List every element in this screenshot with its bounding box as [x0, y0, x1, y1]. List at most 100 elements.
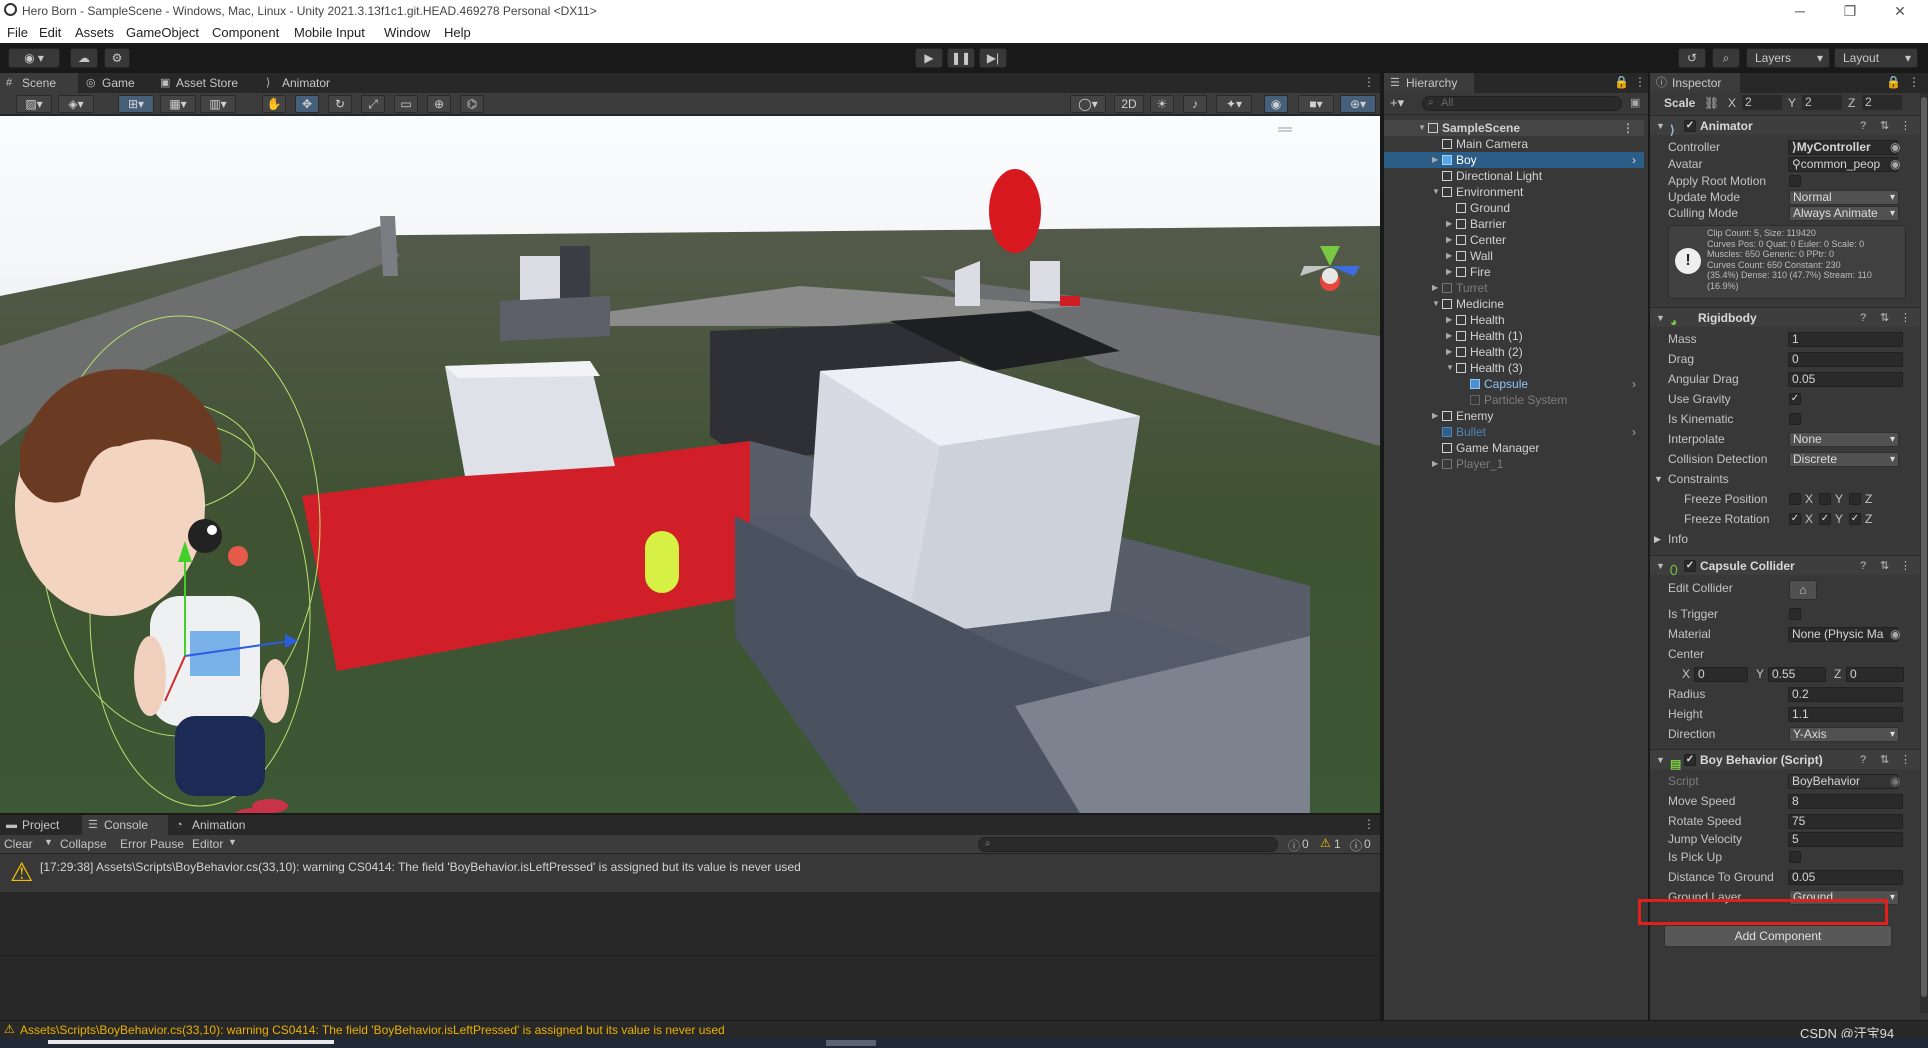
radius-field[interactable]: 0.2	[1788, 687, 1903, 702]
more-icon[interactable]: ⋮	[1900, 116, 1911, 136]
hidden-objects-icon[interactable]: ◉	[1264, 95, 1288, 113]
tab-animator[interactable]: ⟩ Animator	[260, 73, 350, 93]
object-picker-icon[interactable]: ◉	[1890, 139, 1900, 156]
move-tool-icon[interactable]: ✥	[295, 95, 319, 113]
scale-x-field[interactable]: 2	[1742, 95, 1782, 110]
tree-item-health-2[interactable]: ▶ Health (2)	[1384, 344, 1644, 360]
layers-dropdown[interactable]: Layers ▾	[1746, 48, 1830, 68]
rect-tool-icon[interactable]: ▭	[394, 95, 418, 113]
chevron-down-icon[interactable]: ▼	[44, 837, 53, 847]
freeze-pos-y-checkbox[interactable]	[1819, 493, 1831, 505]
object-picker-icon[interactable]: ◉	[1890, 156, 1900, 173]
add-icon[interactable]: +▾	[1390, 95, 1404, 111]
height-field[interactable]: 1.1	[1788, 707, 1903, 722]
script-header[interactable]: ▼ ▤ ✓ Boy Behavior (Script) ? ⇅ ⋮	[1650, 749, 1920, 771]
more-icon[interactable]: ⋮	[1900, 308, 1911, 328]
help-icon[interactable]: ?	[1860, 556, 1866, 576]
preset-icon[interactable]: ⇅	[1880, 116, 1889, 136]
increment-snap-icon[interactable]: ▥▾	[200, 95, 236, 113]
scale-z-field[interactable]: 2	[1862, 95, 1902, 110]
audio-icon[interactable]: ♪	[1183, 95, 1207, 113]
script-enabled-checkbox[interactable]: ✓	[1684, 754, 1696, 766]
culling-mode-dropdown[interactable]: Always Animate	[1789, 206, 1899, 221]
tree-item-particle-system[interactable]: Particle System	[1384, 392, 1644, 408]
chevron-right-icon[interactable]: ›	[1632, 152, 1636, 168]
menu-mobile-input[interactable]: Mobile Input	[294, 25, 365, 40]
tab-project[interactable]: ▬ Project	[0, 815, 80, 835]
tab-hierarchy[interactable]: ☰ Hierarchy	[1384, 73, 1474, 93]
tab-animation[interactable]: ◔ Animation	[170, 815, 270, 835]
menu-edit[interactable]: Edit	[39, 25, 61, 40]
menu-component[interactable]: Component	[212, 25, 279, 40]
edit-collider-button[interactable]: ⌂	[1789, 580, 1817, 600]
status-message[interactable]: Assets\Scripts\BoyBehavior.cs(33,10): wa…	[20, 1023, 725, 1037]
update-mode-dropdown[interactable]: Normal	[1789, 190, 1899, 205]
freeze-pos-x-checkbox[interactable]	[1789, 493, 1801, 505]
chevron-right-icon[interactable]: ›	[1632, 376, 1636, 392]
mass-field[interactable]: 1	[1788, 332, 1903, 347]
render-mode-icon[interactable]: ◯▾	[1070, 95, 1106, 113]
log-count-icon[interactable]: ⓘ	[1288, 837, 1300, 854]
inspector-scrollbar[interactable]	[1920, 93, 1928, 1013]
hand-tool-icon[interactable]: ✋	[262, 95, 286, 113]
tree-item-main-camera[interactable]: Main Camera	[1384, 136, 1644, 152]
tree-item-health[interactable]: ▶ Health	[1384, 312, 1644, 328]
more-icon[interactable]: ⋮	[1908, 75, 1920, 89]
more-icon[interactable]: ⋮	[1900, 750, 1911, 770]
direction-dropdown[interactable]: Y-Axis	[1789, 727, 1899, 742]
capsule-enabled-checkbox[interactable]: ✓	[1684, 560, 1696, 572]
more-icon[interactable]: ⋮	[1622, 120, 1634, 136]
menu-gameobject[interactable]: GameObject	[126, 25, 199, 40]
cloud-icon[interactable]: ☁	[70, 48, 98, 68]
tree-item-capsule[interactable]: Capsule ›	[1384, 376, 1644, 392]
scale-y-field[interactable]: 2	[1802, 95, 1842, 110]
tree-item-wall[interactable]: ▶ Wall	[1384, 248, 1644, 264]
collision-detection-dropdown[interactable]: Discrete	[1789, 452, 1899, 467]
tree-item-enemy[interactable]: ▶ Enemy	[1384, 408, 1644, 424]
gizmos-icon[interactable]: ⊕▾	[1340, 95, 1376, 113]
is-pick-up-checkbox[interactable]	[1789, 851, 1801, 863]
avatar-field[interactable]: ⚲common_peop	[1788, 157, 1898, 172]
tree-item-ground[interactable]: Ground	[1384, 200, 1644, 216]
search-mode-icon[interactable]: ▣	[1630, 96, 1640, 109]
collapse-button[interactable]: Collapse	[60, 837, 107, 851]
rotate-speed-field[interactable]: 75	[1788, 814, 1903, 829]
info-row[interactable]: ▶ Info	[1650, 531, 1920, 548]
account-button[interactable]: ◉ ▾	[8, 48, 60, 68]
menu-file[interactable]: File	[7, 25, 28, 40]
constraints-row[interactable]: ▼ Constraints	[1650, 471, 1920, 488]
camera-icon[interactable]: ■▾	[1298, 95, 1334, 113]
shading-icon[interactable]: ◈▾	[58, 95, 94, 113]
step-button[interactable]: ▶|	[979, 48, 1007, 68]
minimize-icon[interactable]: ─	[1785, 1, 1815, 21]
close-icon[interactable]: ✕	[1885, 1, 1915, 21]
animator-enabled-checkbox[interactable]: ✓	[1684, 120, 1696, 132]
menu-window[interactable]: Window	[384, 25, 430, 40]
distance-field[interactable]: 0.05	[1788, 870, 1903, 885]
is-kinematic-checkbox[interactable]	[1789, 413, 1801, 425]
scale-tool-icon[interactable]: ⤢	[361, 95, 385, 113]
jump-velocity-field[interactable]: 5	[1788, 832, 1903, 847]
center-x-field[interactable]: 0	[1694, 667, 1748, 682]
controller-field[interactable]: ⟩MyController	[1788, 140, 1898, 155]
lock-icon[interactable]: 🔒	[1886, 75, 1901, 89]
tree-item-bullet[interactable]: Bullet ›	[1384, 424, 1644, 440]
tab-asset-store[interactable]: ▣ Asset Store	[154, 73, 254, 93]
menu-help[interactable]: Help	[444, 25, 471, 40]
material-field[interactable]: None (Physic Ma	[1788, 627, 1898, 642]
layout-dropdown[interactable]: Layout ▾	[1834, 48, 1918, 68]
clear-button[interactable]: Clear	[4, 837, 33, 851]
grid-snap-icon[interactable]: ⊞▾	[118, 95, 154, 113]
angular-drag-field[interactable]: 0.05	[1788, 372, 1903, 387]
tree-item-boy[interactable]: ▶ Boy ›	[1384, 152, 1644, 168]
freeze-pos-z-checkbox[interactable]	[1849, 493, 1861, 505]
freeze-rot-y-checkbox[interactable]: ✓	[1819, 513, 1831, 525]
rigidbody-header[interactable]: ▼ ◕ Rigidbody ? ⇅ ⋮	[1650, 307, 1920, 329]
preset-icon[interactable]: ⇅	[1880, 556, 1889, 576]
play-button[interactable]: ▶	[915, 48, 943, 68]
chevron-right-icon[interactable]: ›	[1632, 424, 1636, 440]
transform-tool-icon[interactable]: ⊕	[427, 95, 451, 113]
pause-button[interactable]: ❚❚	[947, 48, 975, 68]
tab-console[interactable]: ☰ Console	[82, 815, 168, 835]
object-picker-icon[interactable]: ◉	[1890, 626, 1900, 643]
